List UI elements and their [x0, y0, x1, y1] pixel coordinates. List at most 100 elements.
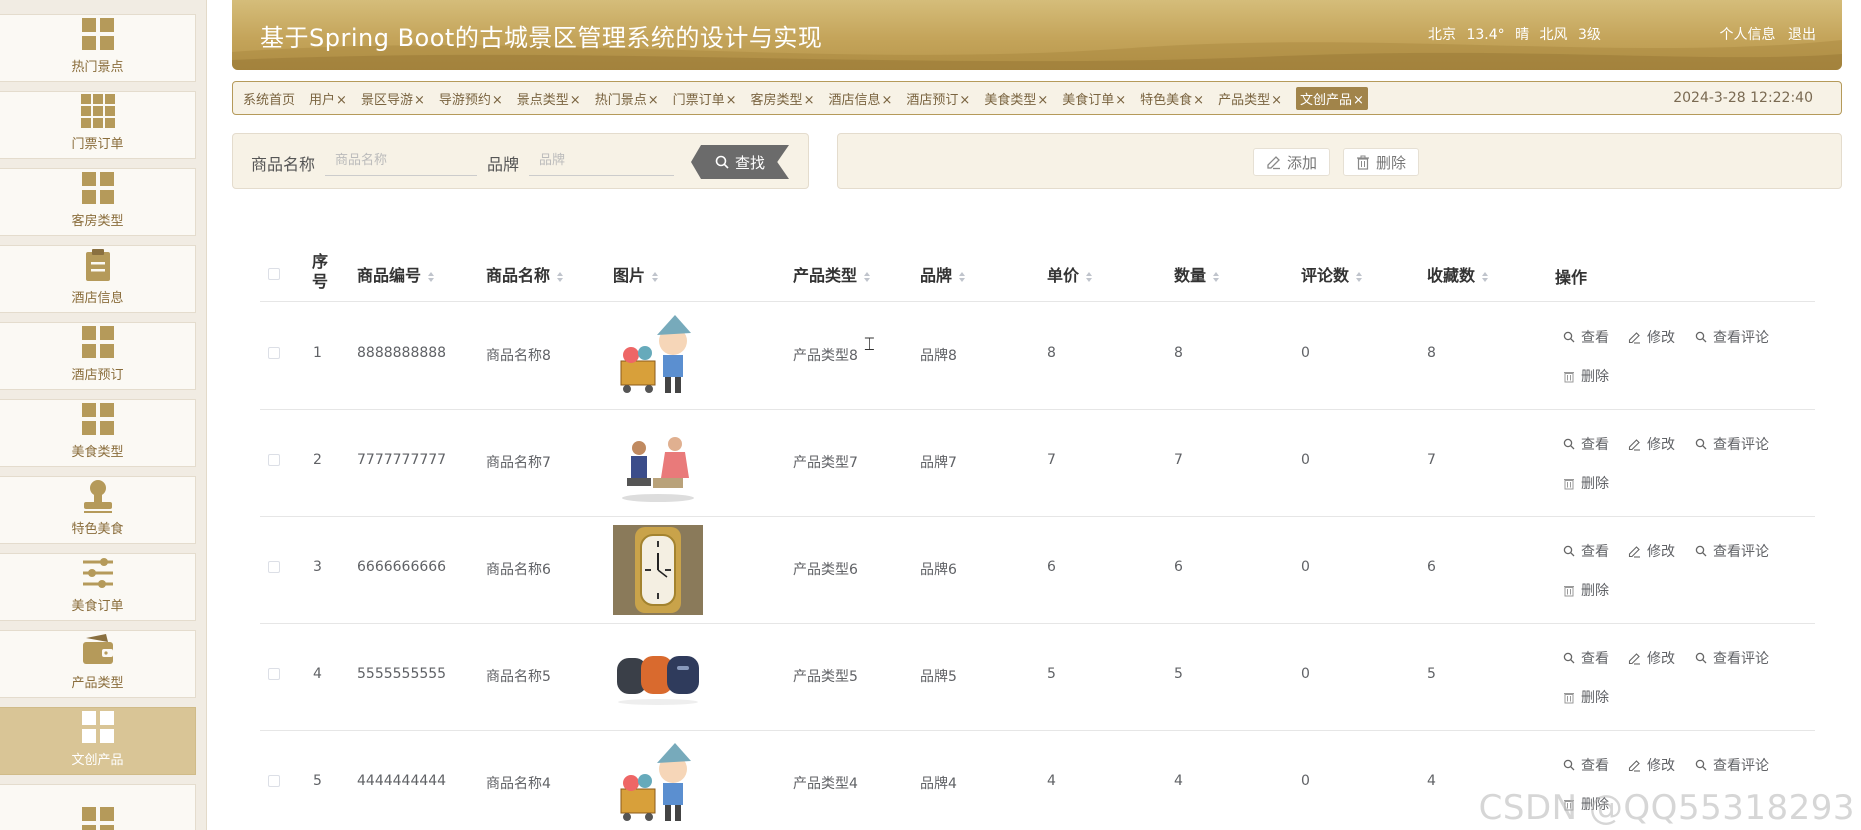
close-icon[interactable]: × — [1271, 93, 1282, 108]
edit-action[interactable]: 修改 — [1628, 327, 1675, 347]
tab-food-types[interactable]: 美食类型× — [984, 87, 1048, 110]
cell-comments: 0 — [1301, 345, 1310, 361]
edit-action[interactable]: 修改 — [1628, 434, 1675, 454]
row-checkbox[interactable] — [268, 454, 280, 466]
col-header-name[interactable]: 商品名称 — [486, 262, 564, 286]
sidebar-item-hotel-info[interactable]: 酒店信息 — [0, 245, 196, 313]
sidebar-item-more[interactable] — [0, 784, 196, 830]
op-label: 查看评论 — [1713, 651, 1769, 667]
product-name-input[interactable] — [325, 146, 477, 176]
sidebar-item-cultural-products[interactable]: 文创产品 — [0, 707, 196, 775]
brand-input[interactable] — [529, 146, 674, 176]
col-header-brand[interactable]: 品牌 — [920, 262, 966, 286]
tab-special-food[interactable]: 特色美食× — [1140, 87, 1204, 110]
comment-search-action[interactable]: 查看评论 — [1695, 541, 1769, 561]
tab-food-orders[interactable]: 美食订单× — [1062, 87, 1126, 110]
tab-product-types[interactable]: 产品类型× — [1218, 87, 1282, 110]
col-header-ops: 操作 — [1555, 268, 1588, 287]
sidebar-item-special-food[interactable]: 特色美食 — [0, 476, 196, 544]
row-checkbox[interactable] — [268, 775, 280, 787]
trash-icon — [1564, 371, 1574, 382]
sidebar-item-food-types[interactable]: 美食类型 — [0, 399, 196, 467]
tab-label: 美食类型 — [984, 92, 1037, 108]
cell-code: 5555555555 — [357, 666, 447, 682]
tab-home[interactable]: 系统首页 — [243, 87, 295, 110]
grid9-icon — [80, 94, 115, 128]
logout-link[interactable]: 退出 — [1788, 27, 1816, 43]
view-icon — [1563, 652, 1575, 664]
profile-link[interactable]: 个人信息 — [1720, 27, 1776, 43]
close-icon[interactable]: × — [804, 93, 815, 108]
tab-label: 用户 — [309, 92, 336, 108]
delete-button[interactable]: 删除 — [1343, 148, 1420, 176]
col-header-favorites[interactable]: 收藏数 — [1427, 262, 1489, 286]
trash-action[interactable]: 删除 — [1563, 687, 1609, 707]
sidebar-item-food-orders[interactable]: 美食订单 — [0, 553, 196, 621]
tab-hotel-info[interactable]: 酒店信息× — [828, 87, 892, 110]
col-header-type[interactable]: 产品类型 — [793, 262, 871, 286]
edit-action[interactable]: 修改 — [1628, 648, 1675, 668]
tab-label: 文创产品 — [1300, 92, 1353, 108]
cell-index: 4 — [313, 666, 322, 682]
edit-action[interactable]: 修改 — [1628, 755, 1675, 775]
grid-icon — [81, 403, 114, 435]
cell-code: 6666666666 — [357, 559, 447, 575]
edit-action[interactable]: 修改 — [1628, 541, 1675, 561]
comment-search-action[interactable]: 查看评论 — [1695, 434, 1769, 454]
col-header-price[interactable]: 单价 — [1047, 262, 1093, 286]
tab-cultural-products[interactable]: 文创产品× — [1296, 86, 1368, 110]
tab-guide-booking[interactable]: 导游预约× — [439, 87, 503, 110]
sidebar-item-hot-spots[interactable]: 热门景点 — [0, 14, 196, 82]
sidebar-item-room-types[interactable]: 客房类型 — [0, 168, 196, 236]
trash-action[interactable]: 删除 — [1563, 366, 1609, 386]
cell-favorites: 4 — [1427, 773, 1436, 789]
close-icon[interactable]: × — [726, 93, 737, 108]
comment-search-action[interactable]: 查看评论 — [1695, 648, 1769, 668]
stamp-icon — [83, 480, 112, 513]
close-icon[interactable]: × — [1115, 93, 1126, 108]
tab-hotel-booking[interactable]: 酒店预订× — [906, 87, 970, 110]
row-checkbox[interactable] — [268, 561, 280, 573]
comment-search-action[interactable]: 查看评论 — [1695, 327, 1769, 347]
select-all-checkbox[interactable] — [268, 268, 280, 280]
close-icon[interactable]: × — [648, 93, 659, 108]
row-checkbox[interactable] — [268, 347, 280, 359]
view-action[interactable]: 查看 — [1563, 327, 1609, 347]
close-icon[interactable]: × — [570, 93, 581, 108]
trash-action[interactable]: 删除 — [1563, 580, 1609, 600]
close-icon[interactable]: × — [1037, 93, 1048, 108]
close-icon[interactable]: × — [1353, 93, 1364, 108]
view-action[interactable]: 查看 — [1563, 541, 1609, 561]
tab-guides[interactable]: 景区导游× — [361, 87, 425, 110]
comment-search-action[interactable]: 查看评论 — [1695, 755, 1769, 775]
tab-users[interactable]: 用户× — [309, 87, 347, 110]
tab-room-types[interactable]: 客房类型× — [751, 87, 815, 110]
close-icon[interactable]: × — [881, 93, 892, 108]
tab-ticket-orders[interactable]: 门票订单× — [673, 87, 737, 110]
col-header-label: 产品类型 — [793, 266, 858, 285]
col-header-code[interactable]: 商品编号 — [357, 262, 435, 286]
tab-label: 热门景点 — [594, 92, 647, 108]
row-checkbox[interactable] — [268, 668, 280, 680]
sidebar-item-hotel-booking[interactable]: 酒店预订 — [0, 322, 196, 390]
sidebar-item-product-types[interactable]: 产品类型 — [0, 630, 196, 698]
view-action[interactable]: 查看 — [1563, 648, 1609, 668]
add-button[interactable]: 添加 — [1253, 148, 1331, 176]
delete-button-label: 删除 — [1376, 153, 1407, 172]
search-button[interactable]: 查找 — [691, 145, 789, 179]
close-icon[interactable]: × — [414, 93, 425, 108]
col-header-image[interactable]: 图片 — [613, 262, 659, 286]
op-label: 查看评论 — [1713, 437, 1769, 453]
tab-hot-spots[interactable]: 热门景点× — [595, 87, 659, 110]
col-header-comments[interactable]: 评论数 — [1301, 262, 1363, 286]
close-icon[interactable]: × — [492, 93, 503, 108]
view-action[interactable]: 查看 — [1563, 755, 1609, 775]
tab-spot-types[interactable]: 景点类型× — [517, 87, 581, 110]
close-icon[interactable]: × — [959, 93, 970, 108]
trash-action[interactable]: 删除 — [1563, 473, 1609, 493]
close-icon[interactable]: × — [1193, 93, 1204, 108]
col-header-qty[interactable]: 数量 — [1174, 262, 1220, 286]
view-action[interactable]: 查看 — [1563, 434, 1609, 454]
close-icon[interactable]: × — [336, 93, 347, 108]
sidebar-item-ticket-orders[interactable]: 门票订单 — [0, 91, 196, 159]
